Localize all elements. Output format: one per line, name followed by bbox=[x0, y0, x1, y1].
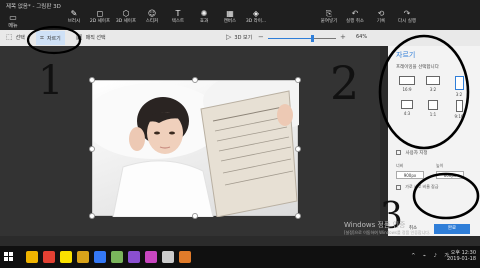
activation-watermark: Windows 정품 인증 bbox=[344, 221, 406, 229]
annotation-number-1: 1 bbox=[38, 58, 64, 104]
system-tray[interactable]: ^ ⌁ ♪ 가 bbox=[411, 252, 452, 259]
clock-date: 2019-01-18 bbox=[446, 256, 476, 262]
app-icon-4[interactable] bbox=[179, 251, 191, 263]
annotation-circle-1 bbox=[26, 25, 82, 55]
app-icon-2[interactable] bbox=[111, 251, 123, 263]
start-button[interactable] bbox=[4, 252, 14, 262]
folder-icon[interactable] bbox=[77, 251, 89, 263]
clock[interactable]: 오후 12:30 2019-01-18 bbox=[447, 250, 476, 262]
chrome-icon[interactable] bbox=[43, 251, 55, 263]
taskbar: ^ ⌁ ♪ 가 오후 12:30 2019-01-18 bbox=[0, 246, 480, 268]
settings-icon[interactable] bbox=[162, 251, 174, 263]
app-icon[interactable] bbox=[94, 251, 106, 263]
app-icon-3[interactable] bbox=[128, 251, 140, 263]
kakao-icon[interactable] bbox=[60, 251, 72, 263]
file-explorer-icon[interactable] bbox=[26, 251, 38, 263]
annotation-layer bbox=[26, 25, 480, 220]
annotation-number-2: 2 bbox=[330, 56, 360, 110]
activation-watermark-sub: [설정]으로 이동하여 Windows를 정품 인증합니다. bbox=[344, 230, 431, 235]
annotation-circle-3 bbox=[412, 172, 480, 220]
paint3d-icon[interactable] bbox=[145, 251, 157, 263]
annotation-circle-2 bbox=[378, 34, 470, 150]
paint3d-window: 제목 없음* - 그림판 3D ▭ 메뉴 ✎ 브러시 ◻ 2D 셰이프 ⬡ 3D 셰이프 ☺… bbox=[0, 0, 480, 268]
